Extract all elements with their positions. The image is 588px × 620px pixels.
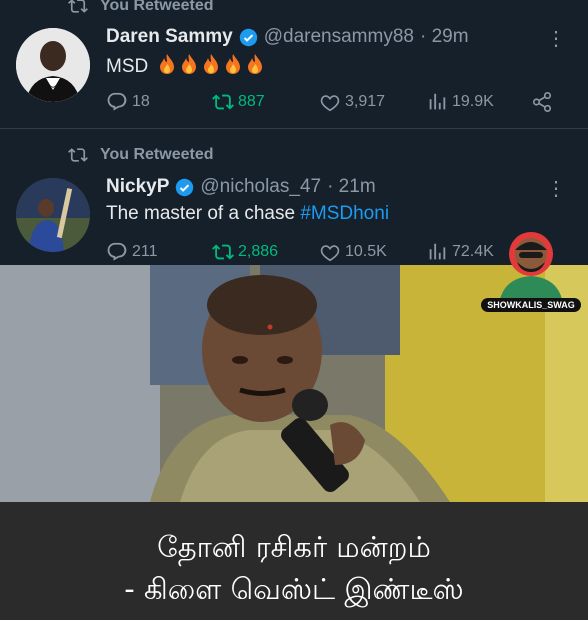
reply-count: 211 bbox=[132, 243, 158, 260]
hashtag-link[interactable]: #MSDhoni bbox=[300, 203, 389, 224]
tweet-daren-sammy[interactable]: You Retweeted Daren Sammy @darensammy88 … bbox=[0, 0, 588, 129]
view-count: 19.9K bbox=[452, 93, 494, 110]
caption-line-1: தோனி ரசிகர் மன்றம் bbox=[157, 530, 431, 564]
tweet-text-content: MSD bbox=[106, 56, 149, 77]
timestamp[interactable]: · 29m bbox=[420, 26, 469, 48]
retweet-icon bbox=[68, 148, 88, 162]
display-name[interactable]: NickyP bbox=[106, 176, 169, 198]
views-button[interactable]: 19.9K bbox=[426, 91, 494, 113]
avatar[interactable] bbox=[16, 178, 90, 252]
heart-icon bbox=[320, 245, 340, 262]
tweet-text-content: The master of a chase bbox=[106, 203, 296, 224]
retweet-label: You Retweeted bbox=[100, 146, 214, 163]
verified-badge-icon bbox=[176, 178, 194, 196]
retweet-indicator: You Retweeted bbox=[68, 0, 214, 16]
like-count: 10.5K bbox=[345, 243, 387, 260]
avatar[interactable] bbox=[16, 28, 90, 102]
reply-button[interactable]: 18 bbox=[106, 91, 150, 113]
handle[interactable]: @nicholas_47 bbox=[200, 176, 321, 198]
tweet-text: The master of a chase #MSDhoni bbox=[106, 203, 389, 225]
reply-count: 18 bbox=[132, 93, 150, 110]
watermark-text: SHOWKALIS_SWAG bbox=[481, 298, 581, 312]
tweet-text: MSD bbox=[106, 53, 264, 78]
verified-badge-icon bbox=[239, 28, 257, 46]
retweet-icon bbox=[68, 0, 88, 13]
meme-caption: தோனி ரசிகர் மன்றம் - கிளை வெஸ்ட் இண்டீஸ் bbox=[0, 502, 588, 620]
watermark-badge: SHOWKALIS_SWAG bbox=[481, 226, 581, 316]
views-icon bbox=[429, 243, 446, 260]
reply-icon bbox=[107, 92, 127, 111]
retweet-icon bbox=[212, 94, 234, 110]
caption-line-2: - கிளை வெஸ்ட் இண்டீஸ் bbox=[124, 572, 464, 606]
retweet-count: 887 bbox=[238, 93, 265, 110]
display-name[interactable]: Daren Sammy bbox=[106, 26, 233, 48]
retweet-button[interactable]: 887 bbox=[212, 91, 265, 113]
like-button[interactable]: 3,917 bbox=[319, 91, 385, 113]
handle[interactable]: @darensammy88 bbox=[264, 26, 414, 48]
retweet-count: 2,886 bbox=[238, 243, 279, 260]
fire-emoji-icon bbox=[154, 54, 264, 77]
views-icon bbox=[429, 93, 446, 110]
more-options-icon[interactable]: ⋮ bbox=[546, 176, 566, 201]
more-options-icon[interactable]: ⋮ bbox=[546, 26, 566, 51]
reply-button[interactable]: 211 bbox=[106, 241, 158, 263]
reply-icon bbox=[107, 242, 127, 261]
timestamp[interactable]: · 21m bbox=[327, 176, 376, 198]
like-count: 3,917 bbox=[345, 93, 386, 110]
heart-icon bbox=[320, 95, 340, 112]
retweet-label: You Retweeted bbox=[100, 0, 214, 14]
like-button[interactable]: 10.5K bbox=[319, 241, 387, 263]
retweet-indicator: You Retweeted bbox=[68, 145, 214, 165]
cartoon-avatar-icon bbox=[499, 232, 563, 304]
share-button[interactable] bbox=[531, 91, 553, 113]
retweet-icon bbox=[212, 244, 234, 260]
retweet-button[interactable]: 2,886 bbox=[212, 241, 278, 263]
tweet-actions: 18 887 3,917 19.9K bbox=[106, 91, 556, 115]
share-icon bbox=[532, 92, 552, 112]
